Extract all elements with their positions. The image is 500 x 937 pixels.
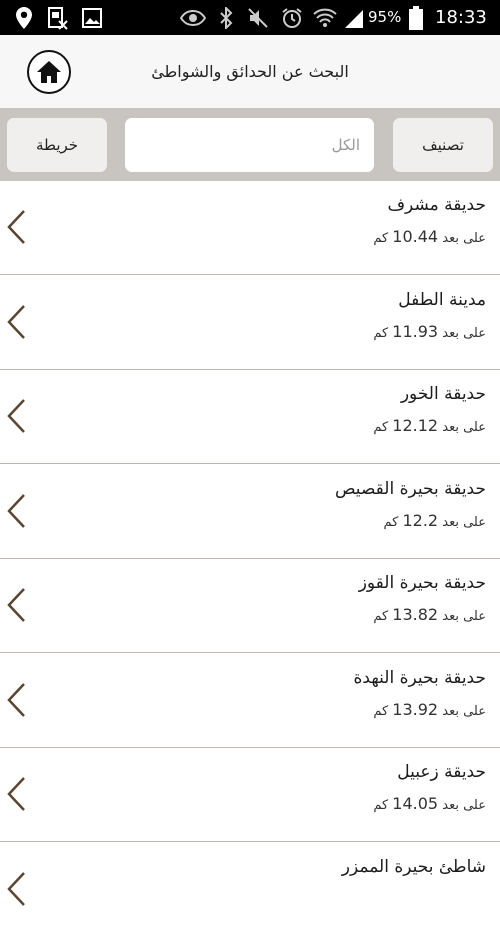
- image-icon: [80, 0, 104, 35]
- place-distance: على بعد 13.92 كم: [373, 700, 486, 719]
- list-item[interactable]: حديقة مشرف على بعد 10.44 كم: [0, 181, 500, 275]
- distance-unit: كم: [383, 514, 399, 530]
- place-name: مدينة الطفل: [398, 289, 486, 310]
- location-icon: [12, 0, 36, 35]
- place-name: حديقة بحيرة النهدة: [353, 667, 486, 688]
- home-icon: [36, 60, 62, 84]
- place-name: حديقة بحيرة القصيص: [334, 478, 486, 499]
- chevron-left-icon: [7, 777, 25, 811]
- signal-icon: [342, 0, 366, 35]
- chevron-left-icon: [7, 399, 25, 433]
- place-name: حديقة زعبيل: [397, 762, 486, 782]
- distance-unit: كم: [373, 703, 389, 719]
- distance-unit: كم: [373, 609, 389, 624]
- distance-unit: كم: [373, 231, 389, 246]
- mute-icon: [246, 0, 270, 35]
- list-item[interactable]: حديقة بحيرة القوز على بعد 13.82 كم: [0, 559, 500, 653]
- distance-value: 13.92: [392, 699, 439, 719]
- distance-value: 12.2: [402, 510, 439, 530]
- wifi-icon: [312, 0, 338, 35]
- distance-value: 14.05: [392, 794, 439, 813]
- distance-prefix: على بعد: [442, 609, 486, 624]
- place-distance: على بعد 13.82 كم: [373, 605, 486, 624]
- clock: 18:33: [435, 7, 487, 28]
- search-input[interactable]: الكل: [125, 118, 374, 172]
- map-button[interactable]: خريطة: [7, 118, 107, 172]
- category-button[interactable]: تصنيف: [393, 118, 493, 172]
- list-item[interactable]: حديقة الخور على بعد 12.12 كم: [0, 370, 500, 464]
- place-name: شاطئ بحيرة الممزر: [341, 856, 486, 877]
- distance-value: 13.82: [392, 605, 439, 624]
- list-item[interactable]: حديقة بحيرة القصيص على بعد 12.2 كم: [0, 464, 500, 559]
- distance-prefix: على بعد: [442, 798, 486, 813]
- list-item[interactable]: مدينة الطفل على بعد 11.93 كم: [0, 275, 500, 370]
- place-name: حديقة بحيرة القوز: [358, 573, 486, 593]
- distance-prefix: على بعد: [442, 703, 486, 719]
- alarm-icon: [280, 0, 304, 35]
- home-button[interactable]: [27, 50, 71, 94]
- chevron-left-icon: [7, 493, 25, 528]
- chevron-left-icon: [7, 304, 25, 339]
- distance-unit: كم: [373, 420, 389, 435]
- place-distance: على بعد 10.44 كم: [373, 227, 486, 246]
- place-name: حديقة مشرف: [387, 195, 486, 215]
- distance-unit: كم: [373, 798, 389, 813]
- list-item[interactable]: حديقة بحيرة النهدة على بعد 13.92 كم: [0, 653, 500, 748]
- chevron-left-icon: [7, 682, 25, 717]
- page-title: البحث عن الحدائق والشواطئ: [151, 62, 349, 81]
- place-distance: على بعد 14.05 كم: [373, 794, 486, 813]
- distance-value: 11.93: [392, 321, 439, 341]
- battery-icon: [406, 0, 426, 35]
- place-name: حديقة الخور: [400, 384, 486, 404]
- distance-unit: كم: [373, 325, 389, 341]
- distance-prefix: على بعد: [442, 420, 486, 435]
- bluetooth-icon: [216, 0, 236, 35]
- distance-prefix: على بعد: [442, 325, 486, 341]
- eye-icon: [180, 0, 206, 35]
- list-item[interactable]: حديقة زعبيل على بعد 14.05 كم: [0, 748, 500, 842]
- distance-prefix: على بعد: [442, 514, 486, 530]
- place-distance: على بعد 12.2 كم: [384, 511, 487, 530]
- place-distance: على بعد 12.12 كم: [373, 416, 486, 435]
- distance-prefix: على بعد: [442, 231, 486, 246]
- chevron-left-icon: [7, 588, 25, 622]
- battery-percent: 95%: [368, 8, 402, 26]
- distance-value: 10.44: [392, 227, 439, 246]
- chevron-left-icon: [7, 210, 25, 244]
- place-distance: على بعد 11.93 كم: [373, 322, 486, 341]
- sim-icon: [46, 0, 70, 35]
- list-item[interactable]: شاطئ بحيرة الممزر: [0, 842, 500, 937]
- toolbar: خريطة الكل تصنيف: [0, 108, 500, 181]
- distance-value: 12.12: [392, 416, 439, 435]
- header-bar: البحث عن الحدائق والشواطئ: [0, 35, 500, 108]
- status-bar: 95% 18:33: [0, 0, 500, 35]
